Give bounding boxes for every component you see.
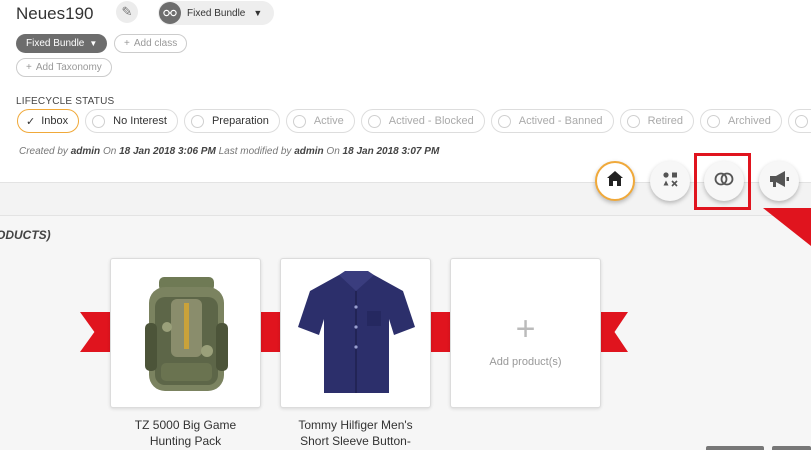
apps-icon: [662, 171, 678, 192]
apps-button[interactable]: [650, 161, 690, 201]
created-date: 18 Jan 2018 3:06 PM: [119, 146, 216, 157]
status-preparation[interactable]: Preparation: [183, 109, 280, 133]
bottom-tab[interactable]: [772, 446, 811, 450]
radio-icon: [190, 114, 204, 128]
audit-info: Created by admin On 18 Jan 2018 3:06 PM …: [19, 146, 440, 157]
status-actived-blocked[interactable]: Actived - Blocked: [360, 109, 485, 133]
lifecycle-label: LIFECYCLE STATUS: [16, 96, 115, 107]
modified-user: admin: [294, 146, 324, 157]
caret-down-icon: ▼: [89, 39, 98, 48]
add-product-card[interactable]: + Add product(s): [450, 258, 601, 408]
class-pill[interactable]: Fixed Bundle ▼: [16, 34, 108, 53]
plus-icon: +: [124, 38, 130, 49]
product-card[interactable]: [110, 258, 261, 408]
corner-ribbon: [763, 208, 811, 246]
product-card[interactable]: [280, 258, 431, 408]
pencil-icon[interactable]: ✎: [116, 1, 138, 23]
add-taxonomy-button[interactable]: + Add Taxonomy: [16, 58, 112, 77]
product-image-backpack: [145, 277, 228, 391]
product-title[interactable]: Tommy Hilfiger Men's Short Sleeve Button…: [280, 417, 431, 449]
section-title: ODUCTS): [0, 228, 51, 242]
radio-icon: [367, 114, 381, 128]
toolbar-band: [0, 182, 811, 216]
megaphone-button[interactable]: [759, 161, 799, 201]
megaphone-icon: [768, 170, 790, 193]
add-taxonomy-label: Add Taxonomy: [35, 62, 102, 73]
radio-icon: [794, 114, 808, 128]
type-dropdown[interactable]: Fixed Bundle ▼: [158, 1, 274, 25]
plus-icon: +: [26, 62, 32, 73]
type-dropdown-label: Fixed Bundle: [187, 7, 246, 19]
check-icon: ✓: [26, 115, 36, 128]
plus-icon: +: [515, 310, 536, 348]
class-pill-label: Fixed Bundle: [26, 38, 85, 49]
page-title: Neues190: [16, 4, 94, 23]
modified-date: 18 Jan 2018 3:07 PM: [342, 146, 440, 157]
bundle-glasses-icon: [159, 2, 181, 24]
caret-down-icon: ▼: [253, 8, 263, 18]
product-image-shirt: [298, 271, 415, 393]
add-class-label: Add class: [133, 38, 178, 49]
status-retired[interactable]: Retired: [619, 109, 695, 133]
created-user: admin: [70, 146, 101, 157]
radio-icon: [497, 114, 511, 128]
status-actived-banned[interactable]: Actived - Banned: [490, 109, 614, 133]
add-class-button[interactable]: + Add class: [114, 34, 188, 53]
title-row: Neues190: [16, 2, 94, 26]
radio-icon: [707, 114, 721, 128]
highlight-box: [694, 153, 751, 210]
bottom-tab[interactable]: [706, 446, 764, 450]
ribbon-connector: [260, 312, 282, 352]
add-product-label: Add product(s): [489, 356, 562, 368]
status-archived[interactable]: Archived: [700, 109, 782, 133]
radio-icon: [292, 114, 306, 128]
status-more[interactable]: [787, 109, 811, 133]
radio-icon: [626, 114, 640, 128]
status-active[interactable]: Active: [285, 109, 355, 133]
radio-icon: [92, 114, 106, 128]
ribbon-connector: [430, 312, 452, 352]
home-icon: [607, 171, 623, 191]
lifecycle-status-list: ✓ Inbox No Interest Preparation Active A…: [17, 109, 811, 133]
product-title[interactable]: TZ 5000 Big Game Hunting Pack: [110, 417, 261, 449]
status-no-interest[interactable]: No Interest: [85, 109, 178, 133]
home-button[interactable]: [595, 161, 635, 201]
status-inbox[interactable]: ✓ Inbox: [17, 109, 80, 133]
